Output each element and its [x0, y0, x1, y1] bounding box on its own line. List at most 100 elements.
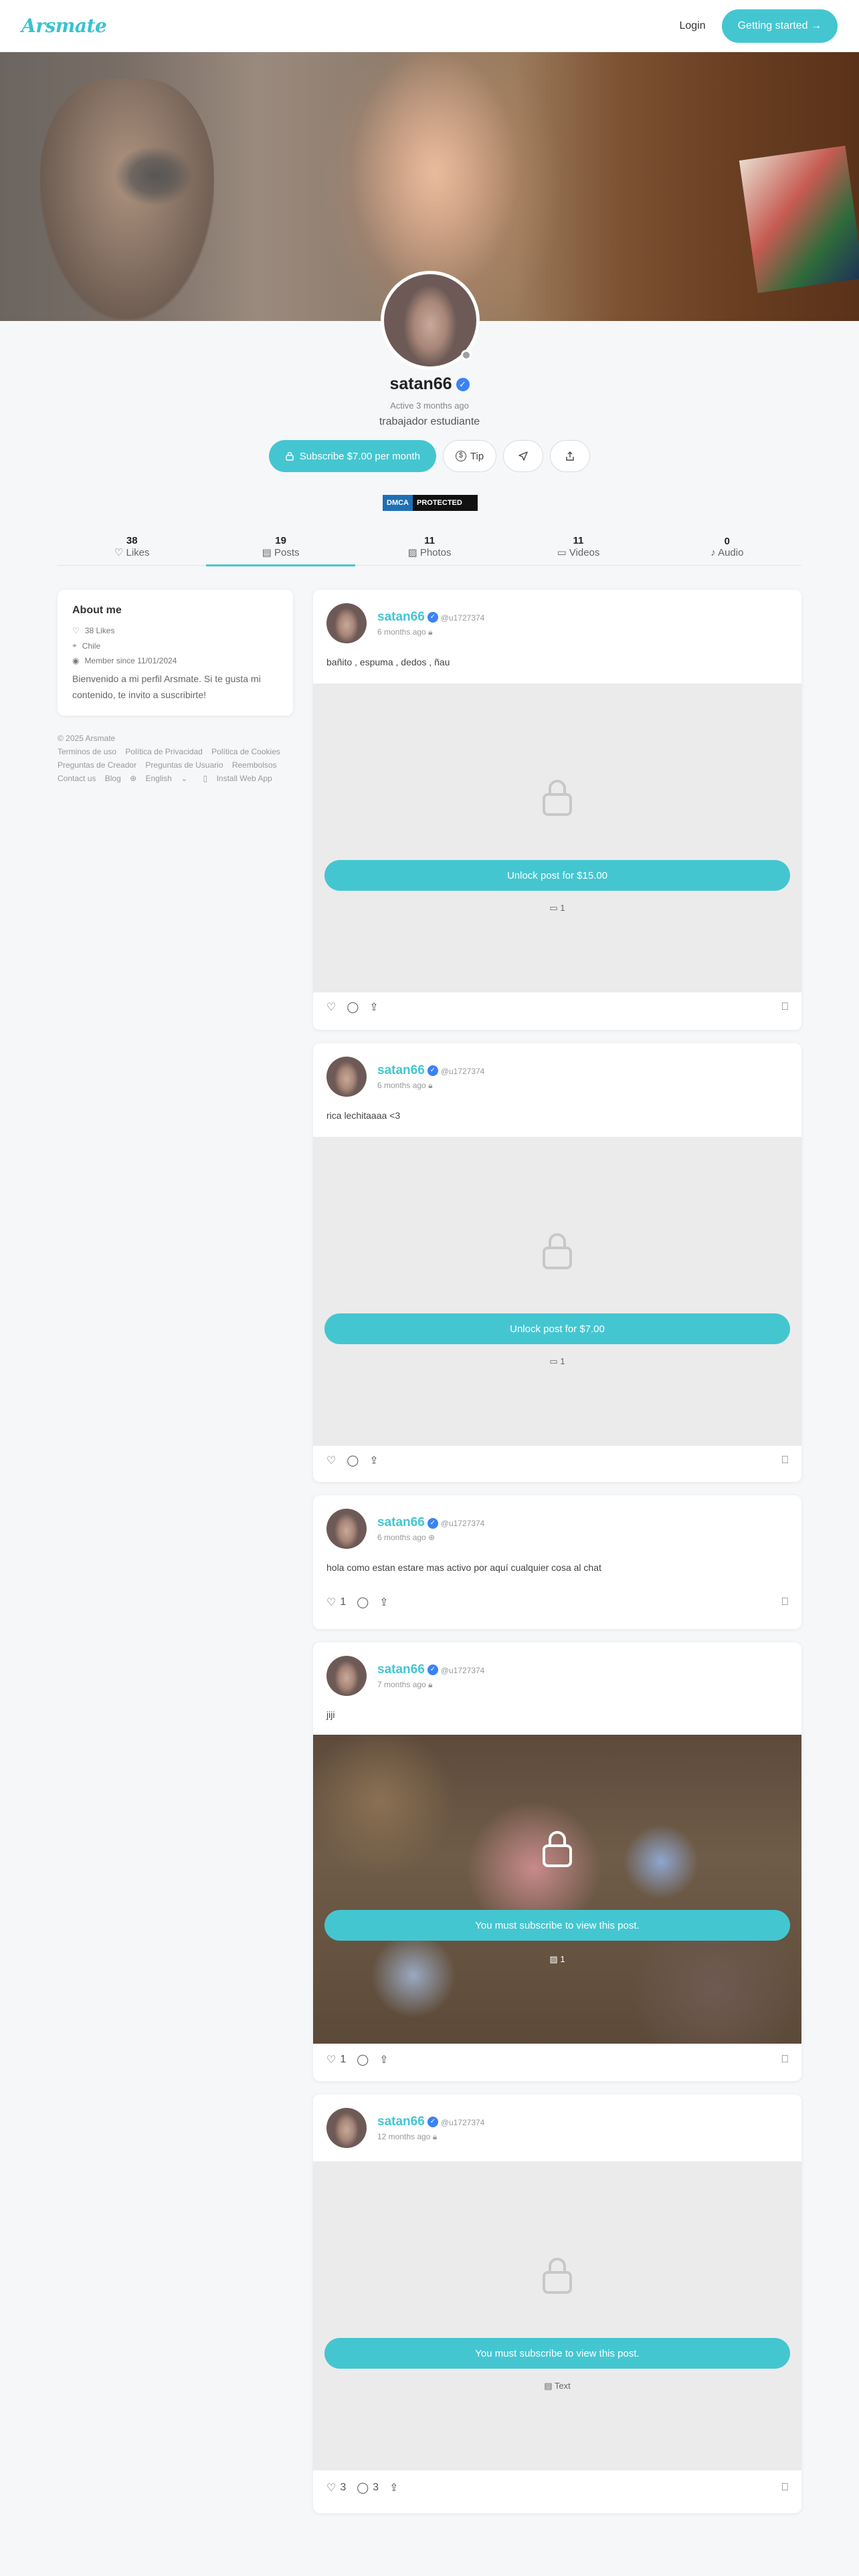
bookmark-button[interactable]: ⎕ — [781, 1596, 788, 1608]
comment-button[interactable]: ◯ — [347, 1000, 359, 1014]
share-icon: ⇪ — [389, 2482, 399, 2494]
tab-videos[interactable]: 11 ▭ Videos — [504, 528, 652, 565]
subscribe-button[interactable]: Subscribe $7.00 per month — [268, 440, 436, 472]
share-icon: ⇪ — [369, 1002, 379, 1013]
footer-link[interactable]: Preguntas de Creador — [58, 760, 136, 770]
unlock-post-button[interactable]: Unlock post for $7.00 — [324, 1313, 790, 1344]
share-button[interactable] — [550, 440, 591, 472]
tab-audio[interactable]: 0 ♪ Audio — [653, 528, 801, 565]
like-button[interactable]: ♡ 1 — [326, 2053, 346, 2066]
avatar[interactable] — [326, 2108, 367, 2148]
dmca-protected-label: PROTECTED — [413, 495, 478, 511]
image-icon: ▨ — [407, 547, 420, 558]
tip-button[interactable]: $ Tip — [442, 440, 497, 472]
like-button[interactable]: ♡ — [326, 1454, 336, 1467]
subscribe-to-view-button[interactable]: You must subscribe to view this post. — [324, 1910, 790, 1941]
comment-icon: ◯ — [347, 1002, 359, 1013]
share-button[interactable]: ⇪ — [379, 2053, 388, 2066]
share-button[interactable]: ⇪ — [379, 1596, 388, 1609]
heart-icon: ♡ — [326, 1002, 337, 1013]
share-button[interactable]: ⇪ — [369, 1000, 378, 1014]
avatar[interactable] — [326, 1656, 367, 1696]
location-icon: ⌖ — [72, 641, 77, 650]
footer-link[interactable]: Blog — [105, 774, 121, 783]
avatar[interactable] — [326, 1057, 367, 1097]
subscribe-to-view-button[interactable]: You must subscribe to view this post. — [324, 2338, 790, 2369]
share-icon — [566, 451, 574, 461]
post-text: jiji — [326, 1709, 335, 1720]
tab-posts[interactable]: 19 ▤ Posts — [206, 528, 356, 566]
message-button[interactable] — [503, 440, 544, 472]
site-logo[interactable]: Arsmate — [21, 15, 107, 37]
bookmark-icon: ⎕ — [781, 2482, 788, 2493]
dollar-icon: $ — [455, 451, 466, 461]
comment-button[interactable]: ◯ — [357, 1596, 369, 1609]
lock-icon — [543, 1233, 572, 1269]
comment-button[interactable]: ◯ — [347, 1454, 359, 1467]
locked-media: Unlock post for $15.00 ▭ 1 — [313, 683, 801, 992]
about-title: About me — [72, 605, 122, 616]
send-icon — [518, 451, 528, 461]
lock-icon — [543, 1831, 572, 1867]
like-button[interactable]: ♡ 1 — [326, 1596, 346, 1609]
verified-icon: ✓ — [427, 2117, 438, 2128]
tab-likes[interactable]: 38 ♡ Likes — [58, 528, 206, 565]
media-count: ▭ 1 — [549, 903, 565, 913]
post-time: 6 months ago — [377, 1080, 426, 1090]
post-username[interactable]: satan66 — [377, 2115, 425, 2129]
bookmark-icon: ⎕ — [781, 1455, 788, 1466]
profile-avatar[interactable] — [381, 271, 480, 370]
locked-media: You must subscribe to view this post. ▤ … — [313, 2161, 801, 2470]
locked-media: Unlock post for $7.00 ▭ 1 — [313, 1137, 801, 1446]
post-text: bañito , espuma , dedos , ñau — [326, 657, 450, 667]
tab-photos[interactable]: 11 ▨ Photos — [355, 528, 504, 565]
login-link[interactable]: Login — [679, 20, 705, 32]
bookmark-button[interactable]: ⎕ — [781, 1455, 788, 1467]
unlock-post-button[interactable]: Unlock post for $15.00 — [324, 860, 790, 891]
video-icon: ▭ — [557, 547, 569, 558]
avatar[interactable] — [326, 603, 367, 643]
bookmark-button[interactable]: ⎕ — [781, 2054, 788, 2066]
share-button[interactable]: ⇪ — [369, 1454, 378, 1467]
footer-link[interactable]: Terminos de uso — [58, 747, 116, 756]
bookmark-button[interactable]: ⎕ — [781, 1001, 788, 1013]
comment-button[interactable]: ◯ 3 — [357, 2481, 379, 2494]
comment-icon: ◯ — [347, 1455, 359, 1467]
post-handle: @u1727374 — [440, 1519, 485, 1528]
comment-button[interactable]: ◯ — [357, 2053, 369, 2066]
post-header: satan66 ✓ @u1727374 12 months ago 🔒︎ — [326, 2108, 484, 2148]
footer-link[interactable]: Contact us — [58, 774, 96, 783]
post-header: satan66 ✓ @u1727374 7 months ago 🔒︎ — [326, 1656, 484, 1696]
footer-link[interactable]: Preguntas de Usuario — [145, 760, 223, 770]
like-button[interactable]: ♡ 3 — [326, 2481, 346, 2494]
bookmark-icon: ⎕ — [781, 2054, 788, 2065]
about-location: Chile — [82, 641, 101, 651]
lock-icon — [286, 451, 294, 461]
globe-icon: ⊕ — [130, 774, 137, 783]
post-username[interactable]: satan66 — [377, 1515, 425, 1529]
post-username[interactable]: satan66 — [377, 1063, 425, 1077]
video-icon: ▭ — [549, 1356, 561, 1366]
footer-link[interactable]: Política de Cookies — [211, 747, 280, 756]
bookmark-button[interactable]: ⎕ — [781, 2482, 788, 2494]
dmca-badge[interactable]: DMCA PROTECTED — [383, 495, 478, 511]
media-count: ▭ 1 — [549, 1356, 565, 1366]
post-username[interactable]: satan66 — [377, 610, 425, 624]
footer-link[interactable]: Política de Privacidad — [125, 747, 202, 756]
post-username[interactable]: satan66 — [377, 1662, 425, 1677]
getting-started-button[interactable]: Getting started → — [721, 9, 838, 43]
chevron-down-icon: ⌄ — [181, 774, 188, 783]
document-icon: ▤ — [262, 547, 275, 558]
footer-link[interactable]: Reembolsos — [232, 760, 277, 770]
install-app-link[interactable]: ▯ Install Web App — [203, 774, 279, 783]
heart-icon: ♡ — [326, 2482, 337, 2494]
post-handle: @u1727374 — [440, 1066, 485, 1076]
share-button[interactable]: ⇪ — [389, 2481, 398, 2494]
post-handle: @u1727374 — [440, 613, 485, 623]
post-actions: ♡ 1 ◯ ⇪ ⎕ — [326, 2053, 788, 2066]
post-time: 7 months ago — [377, 1679, 426, 1689]
avatar[interactable] — [326, 1509, 367, 1549]
subscribe-label: Subscribe $7.00 per month — [299, 450, 420, 462]
like-button[interactable]: ♡ — [326, 1000, 336, 1014]
language-selector[interactable]: ⊕ English ⌄ — [130, 774, 194, 783]
